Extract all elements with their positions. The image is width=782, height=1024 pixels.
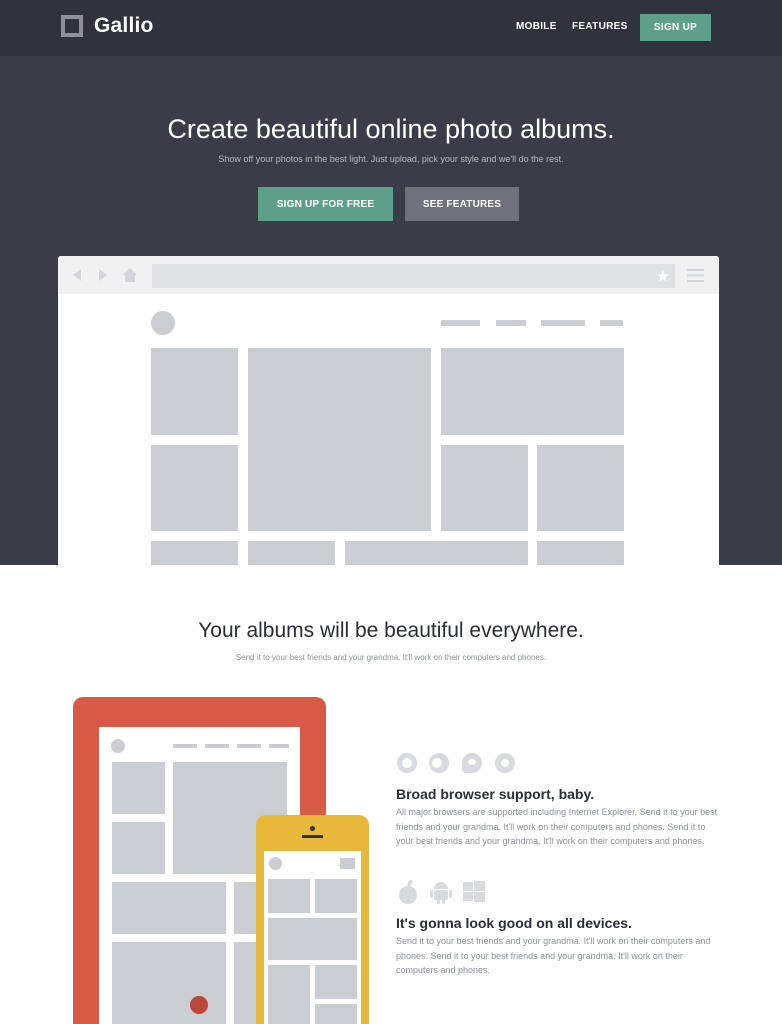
mock-nav-line — [269, 744, 289, 748]
back-arrow-icon — [73, 269, 81, 281]
mock-photo-tile — [537, 445, 624, 531]
hero-subtitle: Show off your photos in the best light. … — [218, 154, 564, 164]
internet-explorer-icon — [462, 753, 482, 773]
mock-photo-tile — [268, 879, 310, 913]
nav-signup-button[interactable]: SIGN UP — [640, 14, 711, 41]
nav-link-mobile[interactable]: MOBILE — [516, 21, 557, 32]
mock-photo-tile — [151, 348, 238, 435]
home-icon — [123, 268, 137, 282]
feature-title-browsers: Broad browser support, baby. — [396, 786, 595, 802]
feature-title-devices: It's gonna look good on all devices. — [396, 915, 632, 931]
see-features-button[interactable]: SEE FEATURES — [405, 187, 519, 221]
tablet-home-button — [190, 996, 208, 1014]
brand-name: Gallio — [94, 14, 154, 37]
firefox-icon — [429, 753, 449, 773]
mock-nav-line — [237, 744, 261, 748]
phone-speaker — [302, 835, 323, 838]
browser-mockup — [58, 256, 719, 565]
chrome-icon — [397, 753, 417, 773]
mock-avatar — [269, 857, 282, 870]
mock-photo-tile — [315, 1004, 357, 1024]
mock-nav-line — [441, 320, 480, 326]
mock-photo-tile — [441, 348, 624, 435]
phone-screen — [264, 851, 361, 1024]
mock-nav-line — [600, 320, 623, 326]
browser-toolbar — [58, 256, 719, 294]
mock-menu — [340, 858, 355, 869]
features-title: Your albums will be beautiful everywhere… — [198, 619, 584, 642]
mock-nav-line — [173, 744, 197, 748]
apple-icon — [399, 880, 417, 904]
android-icon — [430, 882, 452, 904]
gallery-frame-icon — [61, 15, 83, 37]
mock-photo-tile — [537, 541, 624, 565]
mock-photo-tile — [441, 445, 528, 531]
mock-photo-tile — [315, 879, 357, 913]
feature-text-devices: Send it to your best friends and your gr… — [396, 936, 711, 975]
mock-photo-tile — [112, 822, 165, 874]
mock-photo-tile — [345, 541, 528, 565]
mock-photo-tile — [268, 965, 310, 1024]
mock-photo-tile — [112, 762, 165, 814]
mock-nav-line — [541, 320, 585, 326]
forward-arrow-icon — [99, 269, 107, 281]
menu-icon — [687, 269, 704, 282]
features-subtitle: Send it to your best friends and your gr… — [235, 653, 547, 662]
phone-illustration — [256, 815, 369, 1024]
safari-icon — [495, 753, 515, 773]
brand-logo[interactable]: Gallio — [60, 14, 154, 38]
mock-nav-line — [205, 744, 229, 748]
windows-icon — [463, 881, 485, 902]
mock-avatar — [111, 739, 125, 753]
mock-photo-tile — [112, 882, 226, 934]
mock-photo-tile — [151, 541, 238, 565]
mock-photo-tile — [112, 942, 226, 1024]
phone-camera — [310, 826, 315, 831]
mock-photo-tile — [248, 541, 335, 565]
mock-photo-tile — [248, 348, 431, 531]
mock-photo-tile — [268, 918, 357, 960]
signup-free-button[interactable]: SIGN UP FOR FREE — [258, 187, 393, 221]
mock-nav-line — [496, 320, 526, 326]
mock-avatar — [151, 311, 175, 335]
star-icon — [657, 270, 669, 282]
feature-text-browsers: All major browsers are supported includi… — [396, 807, 718, 846]
hero-title: Create beautiful online photo albums. — [167, 114, 615, 144]
top-navbar: Gallio MOBILE FEATURES SIGN UP — [0, 0, 782, 56]
nav-link-features[interactable]: FEATURES — [572, 21, 628, 32]
address-bar — [152, 264, 675, 288]
mock-photo-tile — [151, 445, 238, 531]
mock-photo-tile — [315, 965, 357, 999]
